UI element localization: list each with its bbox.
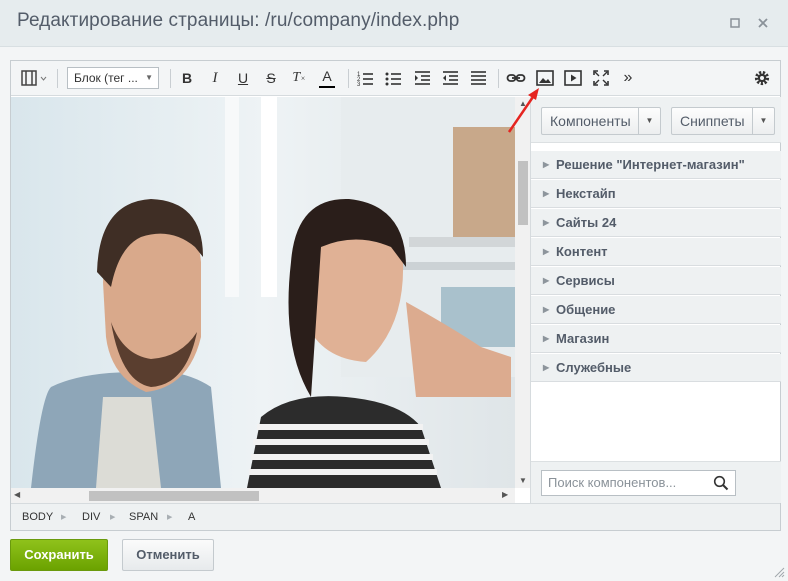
annotation-arrow [507, 88, 539, 133]
chevron-right-icon: ▶ [543, 334, 550, 343]
category-label: Контент [556, 244, 608, 259]
more-tools-button[interactable]: » [619, 68, 637, 88]
chevron-right-icon: ▶ [543, 160, 550, 169]
category-item[interactable]: ▶ Решение "Интернет-магазин" [531, 151, 781, 179]
search-placeholder: Поиск компонентов... [548, 475, 677, 490]
components-panel: Компоненты ▼ Сниппеты ▼ ▶ Решение "Интер… [530, 97, 781, 503]
dialog-titlebar: Редактирование страницы: /ru/company/ind… [0, 0, 788, 47]
chevron-right-icon: ▶ [167, 514, 173, 521]
bold-button[interactable]: B [179, 68, 195, 88]
scroll-right-icon[interactable]: ▶ [502, 490, 508, 499]
category-item[interactable]: ▶ Контент [531, 238, 781, 266]
category-label: Общение [556, 302, 616, 317]
dialog-title: Редактирование страницы: /ru/company/ind… [17, 10, 460, 31]
chevron-down-icon: ▼ [145, 73, 153, 82]
search-icon[interactable] [713, 475, 729, 491]
snippets-button-label: Сниппеты [680, 113, 745, 129]
chevron-right-icon: ▶ [543, 363, 550, 372]
close-icon[interactable] [755, 15, 771, 31]
edit-page-dialog: Редактирование страницы: /ru/company/ind… [0, 0, 788, 581]
chevron-right-icon: ▶ [543, 218, 550, 227]
component-search-input[interactable]: Поиск компонентов... [541, 470, 736, 496]
chevron-right-icon: ▶ [61, 514, 67, 521]
scrollbar-thumb[interactable] [518, 161, 528, 225]
editor-content-area[interactable] [11, 97, 515, 488]
strikethrough-button[interactable]: S [263, 68, 279, 88]
chevron-right-icon: ▶ [543, 189, 550, 198]
category-item[interactable]: ▶ Общение [531, 296, 781, 324]
indent-icon[interactable] [414, 68, 432, 88]
category-label: Сервисы [556, 273, 615, 288]
save-button[interactable]: Сохранить [10, 539, 108, 571]
block-format-select[interactable]: Блок (тег ... ▼ [67, 67, 159, 89]
components-search-bar: Поиск компонентов... [531, 461, 781, 503]
category-label: Служебные [556, 360, 632, 375]
element-path-bar: BODY ▶ DIV ▶ SPAN ▶ A [11, 503, 780, 530]
underline-button[interactable]: U [235, 68, 251, 88]
chevron-right-icon: ▶ [110, 514, 116, 521]
scroll-down-icon[interactable]: ▼ [519, 476, 527, 485]
resize-handle-icon[interactable] [773, 566, 785, 578]
font-color-button[interactable]: A [319, 68, 335, 88]
chevron-down-icon[interactable]: ▼ [638, 108, 660, 134]
chevron-down-icon[interactable]: ▼ [752, 108, 774, 134]
gear-icon[interactable] [752, 68, 772, 88]
clear-format-button[interactable]: T× [291, 68, 307, 88]
toolbar-separator [170, 69, 171, 88]
toolbar-separator [498, 69, 499, 88]
breadcrumb-item[interactable]: SPAN [129, 504, 158, 531]
editor-toolbar: Блок (тег ... ▼ B I U S T× A 1 2 3 » [11, 61, 780, 96]
components-button-label: Компоненты [550, 113, 631, 129]
html-editor: Блок (тег ... ▼ B I U S T× A 1 2 3 » ▲ ▼… [10, 60, 781, 531]
category-label: Некстайп [556, 186, 616, 201]
category-label: Магазин [556, 331, 610, 346]
block-format-value: Блок (тег ... [74, 71, 138, 85]
breadcrumb-item[interactable]: BODY [22, 504, 53, 531]
breadcrumb-item[interactable]: DIV [82, 504, 100, 531]
components-panel-header: Компоненты ▼ Сниппеты ▼ [531, 97, 781, 143]
scrollbar-thumb[interactable] [89, 491, 259, 501]
chevron-right-icon: ▶ [543, 247, 550, 256]
outdent-icon[interactable] [442, 68, 460, 88]
justify-icon[interactable] [470, 68, 488, 88]
snippets-button[interactable]: Сниппеты ▼ [671, 107, 775, 135]
svg-text:3: 3 [357, 82, 361, 88]
category-item[interactable]: ▶ Магазин [531, 325, 781, 353]
content-vertical-scrollbar[interactable]: ▲ ▼ [515, 97, 530, 488]
chevron-right-icon: ▶ [543, 276, 550, 285]
category-item[interactable]: ▶ Служебные [531, 354, 781, 382]
toolbar-separator [57, 69, 58, 88]
fullscreen-icon[interactable] [591, 68, 611, 88]
view-mode-button[interactable] [20, 68, 50, 88]
maximize-icon[interactable] [727, 15, 743, 31]
category-label: Сайты 24 [556, 215, 617, 230]
category-item[interactable]: ▶ Сайты 24 [531, 209, 781, 237]
category-item[interactable]: ▶ Некстайп [531, 180, 781, 208]
category-item[interactable]: ▶ Сервисы [531, 267, 781, 295]
scroll-left-icon[interactable]: ◀ [14, 490, 20, 499]
chevron-right-icon: ▶ [543, 305, 550, 314]
components-button[interactable]: Компоненты ▼ [541, 107, 661, 135]
toolbar-separator [348, 69, 349, 88]
italic-button[interactable]: I [207, 68, 223, 88]
cancel-button[interactable]: Отменить [122, 539, 214, 571]
video-icon[interactable] [563, 68, 583, 88]
category-label: Решение "Интернет-магазин" [556, 157, 745, 172]
clear-format-x-icon: × [300, 74, 306, 83]
content-horizontal-scrollbar[interactable]: ◀ ▶ [11, 488, 515, 503]
content-photo [11, 97, 515, 488]
bullet-list-icon[interactable] [385, 68, 403, 88]
breadcrumb-item[interactable]: A [188, 504, 195, 531]
ordered-list-icon[interactable]: 1 2 3 [357, 68, 375, 88]
